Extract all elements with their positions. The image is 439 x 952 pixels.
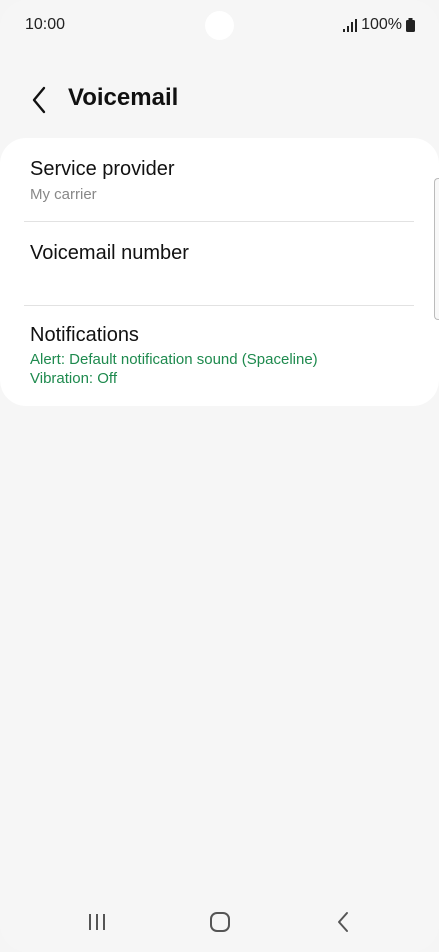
nav-back-button[interactable] (323, 906, 363, 938)
header: Voicemail (0, 70, 439, 130)
voicemail-number-title: Voicemail number (30, 242, 189, 264)
service-provider-value: My carrier (30, 186, 97, 203)
service-provider-row[interactable]: Service provider My carrier (0, 138, 439, 222)
navigation-bar (0, 892, 439, 952)
notifications-title: Notifications (30, 324, 139, 346)
status-time: 10:00 (25, 16, 66, 33)
notifications-alert: Alert: Default notification sound (Space… (30, 351, 318, 368)
back-icon (338, 912, 348, 932)
phone-screen: 10:00 100% Voicemail Service provider My… (0, 0, 439, 952)
service-provider-title: Service provider (30, 158, 175, 180)
notifications-row[interactable]: Notifications Alert: Default notificatio… (0, 306, 439, 406)
settings-card: Service provider My carrier Voicemail nu… (0, 138, 439, 406)
battery-level: 100% (361, 16, 402, 33)
status-bar: 10:00 100% (0, 0, 439, 52)
home-icon (210, 912, 230, 932)
scroll-indicator[interactable] (434, 178, 439, 320)
back-button[interactable] (22, 80, 56, 120)
recents-icon (89, 914, 105, 930)
notifications-vibration: Vibration: Off (30, 370, 117, 387)
camera-cutout (205, 11, 234, 40)
status-indicators: 100% (343, 16, 415, 34)
signal-icon (343, 18, 358, 32)
battery-icon (406, 18, 415, 32)
page-title: Voicemail (68, 84, 179, 111)
recents-button[interactable] (77, 906, 117, 938)
home-button[interactable] (200, 906, 240, 938)
voicemail-number-row[interactable]: Voicemail number (0, 222, 439, 305)
chevron-left-icon (32, 86, 46, 114)
